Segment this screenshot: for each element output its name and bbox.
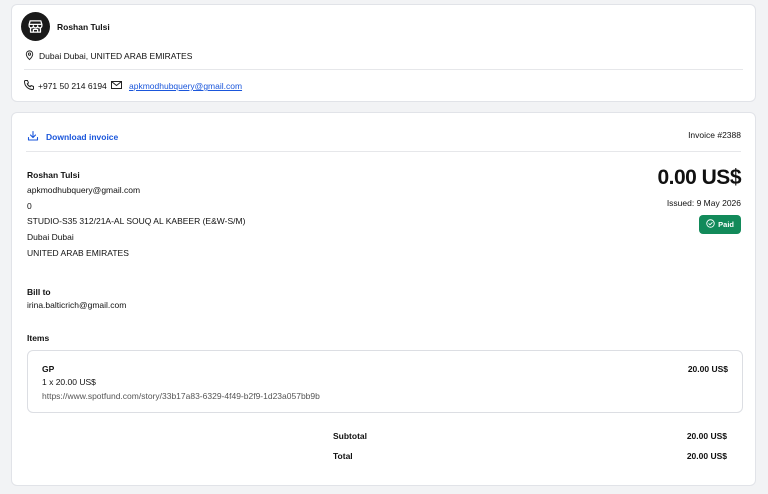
download-icon: [27, 130, 39, 144]
subtotal-label: Subtotal: [333, 431, 367, 441]
store-icon: [21, 12, 50, 41]
invoice-number: Invoice #2388: [688, 130, 741, 140]
store-email-link[interactable]: apkmodhubquery@gmail.com: [129, 81, 242, 91]
location-icon: [24, 49, 35, 63]
divider: [26, 151, 741, 152]
subtotal-value: 20.00 US$: [686, 431, 727, 441]
phone-icon: [23, 79, 35, 93]
status-label: Paid: [718, 220, 734, 229]
store-location: Dubai Dubai, UNITED ARAB EMIRATES: [39, 51, 193, 61]
total-label: Total: [333, 451, 353, 461]
item-url: https://www.spotfund.com/story/33b17a83-…: [42, 391, 320, 401]
item-price: 20.00 US$: [687, 364, 728, 374]
download-invoice-label: Download invoice: [46, 132, 119, 142]
total-value: 20.00 US$: [686, 451, 727, 461]
store-name: Roshan Tulsi: [57, 22, 110, 32]
items-label: Items: [27, 333, 50, 343]
seller-country: UNITED ARAB EMIRATES: [27, 248, 129, 258]
list-item: GP 20.00 US$ 1 x 20.00 US$ https://www.s…: [27, 350, 743, 413]
seller-line3: 0: [27, 201, 32, 211]
item-name: GP: [42, 364, 55, 374]
bill-to-email: irina.balticrich@gmail.com: [27, 300, 127, 310]
seller-city: Dubai Dubai: [27, 232, 74, 242]
status-badge: Paid: [699, 215, 741, 234]
seller-address: STUDIO-S35 312/21A-AL SOUQ AL KABEER (E&…: [27, 216, 246, 226]
seller-name: Roshan Tulsi: [27, 170, 80, 180]
seller-email: apkmodhubquery@gmail.com: [27, 185, 141, 195]
divider: [24, 69, 743, 70]
bill-to-label: Bill to: [27, 287, 51, 297]
issued-date: Issued: 9 May 2026: [666, 198, 741, 208]
store-card: Roshan Tulsi Dubai Dubai, UNITED ARAB EM…: [11, 4, 756, 102]
store-phone[interactable]: +971 50 214 6194: [38, 81, 107, 91]
invoice-amount: 0.00 US$: [657, 166, 741, 189]
item-quantity: 1 x 20.00 US$: [42, 377, 96, 387]
check-circle-icon: [706, 219, 715, 230]
download-invoice-button[interactable]: Download invoice: [27, 130, 118, 144]
mail-icon: [110, 79, 123, 93]
invoice-card: Download invoice Invoice #2388 Roshan Tu…: [11, 112, 756, 486]
